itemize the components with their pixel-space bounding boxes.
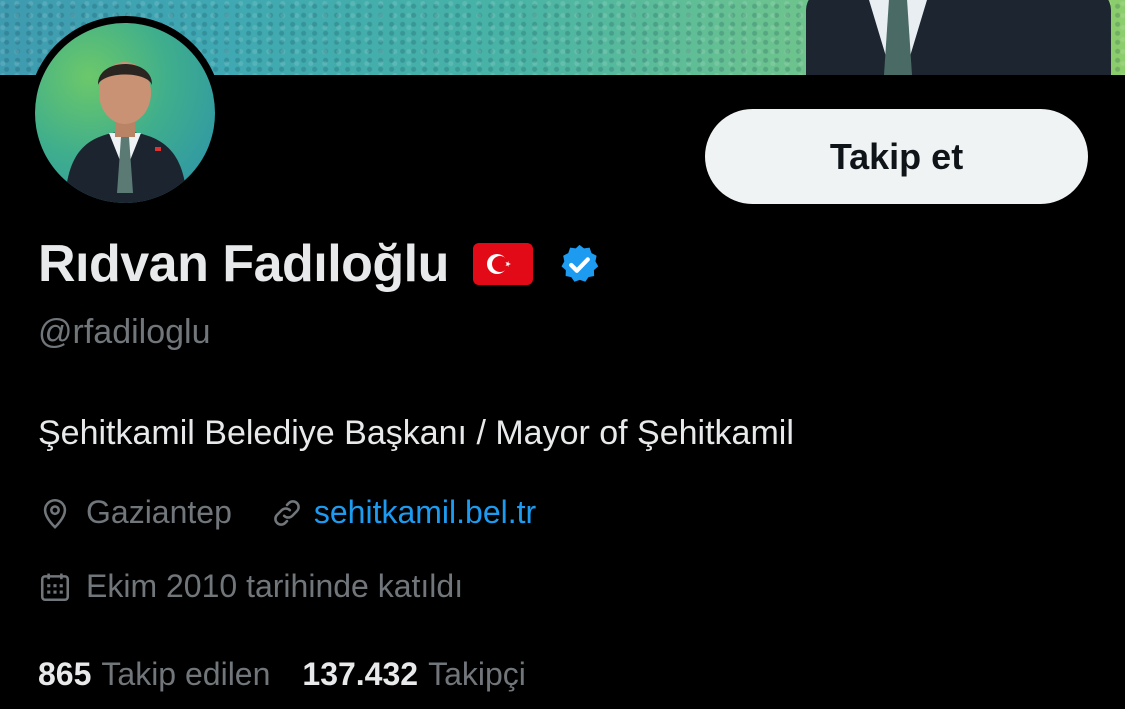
followers-stat[interactable]: 137.432 Takipçi xyxy=(302,656,525,693)
avatar-photo xyxy=(35,23,215,203)
following-stat[interactable]: 865 Takip edilen xyxy=(38,656,270,693)
profile-stats: 865 Takip edilen 137.432 Takipçi xyxy=(38,656,526,693)
profile-meta-joined: Ekim 2010 tarihinde katıldı xyxy=(38,568,463,605)
follow-button[interactable]: Takip et xyxy=(705,109,1088,204)
profile-handle: @rfadiloglu xyxy=(38,313,211,351)
link-icon xyxy=(270,496,304,530)
profile-location: Gaziantep xyxy=(86,494,232,530)
profile-avatar[interactable] xyxy=(28,16,222,210)
profile-meta-location-website: Gaziantep sehitkamil.bel.tr xyxy=(38,494,536,531)
calendar-icon xyxy=(38,570,72,604)
profile-name-row: Rıdvan Fadıloğlu xyxy=(38,232,602,296)
profile-website-link[interactable]: sehitkamil.bel.tr xyxy=(314,494,536,531)
profile-name: Rıdvan Fadıloğlu xyxy=(38,235,449,293)
profile-bio: Şehitkamil Belediye Başkanı / Mayor of Ş… xyxy=(38,414,794,452)
following-count: 865 xyxy=(38,656,92,692)
banner-tie xyxy=(884,0,912,75)
banner-person xyxy=(806,0,1111,75)
followers-count: 137.432 xyxy=(302,656,419,692)
following-label: Takip edilen xyxy=(101,656,271,692)
location-icon xyxy=(38,496,72,530)
profile-joined-date: Ekim 2010 tarihinde katıldı xyxy=(86,568,464,604)
turkey-flag-icon xyxy=(472,243,533,285)
followers-label: Takipçi xyxy=(428,656,526,692)
verified-badge-icon[interactable] xyxy=(557,242,602,287)
